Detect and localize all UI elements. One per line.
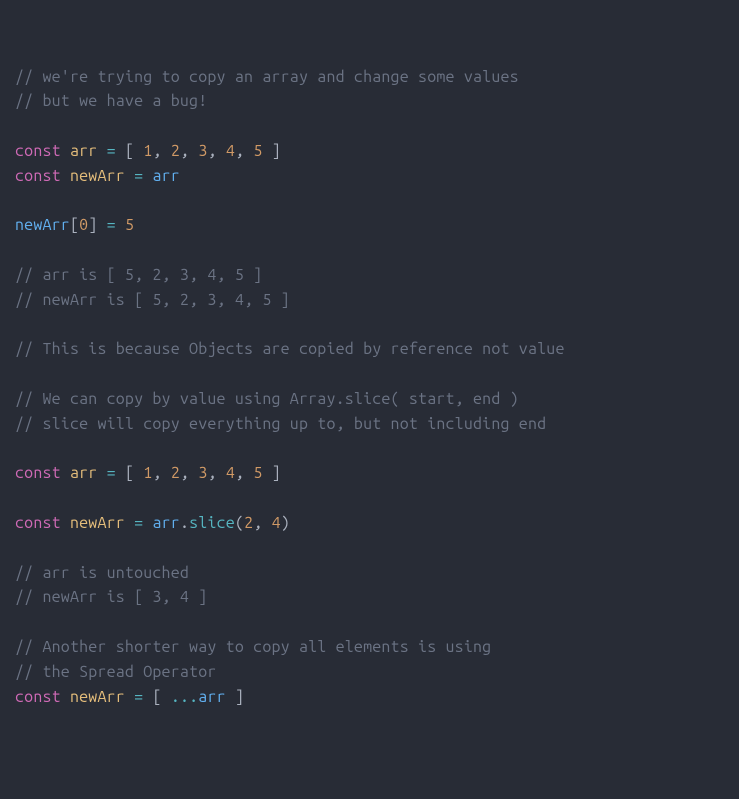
op-assign: = xyxy=(107,216,116,234)
num: 2 xyxy=(171,464,180,482)
keyword-const: const xyxy=(15,464,61,482)
comma: , xyxy=(180,464,189,482)
comment-line: // We can copy by value using Array.slic… xyxy=(15,390,519,408)
comment-line: // we're trying to copy an array and cha… xyxy=(15,68,519,86)
num: 1 xyxy=(143,464,152,482)
bracket-open: [ xyxy=(125,142,134,160)
keyword-const: const xyxy=(15,167,61,185)
bracket-close: ] xyxy=(272,142,281,160)
keyword-const: const xyxy=(15,514,61,532)
bracket-open: [ xyxy=(125,464,134,482)
var-newarr: newArr xyxy=(70,167,125,185)
var-newarr: newArr xyxy=(70,514,125,532)
num: 3 xyxy=(198,142,207,160)
num: 1 xyxy=(143,142,152,160)
dot: . xyxy=(180,514,189,532)
comma: , xyxy=(180,142,189,160)
code-block: // we're trying to copy an array and cha… xyxy=(15,65,724,710)
comment-line: // the Spread Operator xyxy=(15,663,217,681)
num: 2 xyxy=(171,142,180,160)
op-assign: = xyxy=(134,167,143,185)
paren-open: ( xyxy=(235,514,244,532)
comment-line: // newArr is [ 5, 2, 3, 4, 5 ] xyxy=(15,291,290,309)
num: 4 xyxy=(272,514,281,532)
bracket-open: [ xyxy=(70,216,79,234)
op-assign: = xyxy=(134,514,143,532)
num: 4 xyxy=(226,464,235,482)
comma: , xyxy=(253,514,262,532)
comma: , xyxy=(208,142,217,160)
ident-arr: arr xyxy=(152,514,179,532)
ident-arr: arr xyxy=(152,167,179,185)
num: 5 xyxy=(253,464,262,482)
comma: , xyxy=(235,142,244,160)
comma: , xyxy=(208,464,217,482)
num: 5 xyxy=(125,216,134,234)
num: 0 xyxy=(79,216,88,234)
comma: , xyxy=(153,464,162,482)
comment-line: // arr is untouched xyxy=(15,564,189,582)
num: 3 xyxy=(198,464,207,482)
comment-line: // Another shorter way to copy all eleme… xyxy=(15,638,491,656)
comment-line: // newArr is [ 3, 4 ] xyxy=(15,588,207,606)
comment-line: // This is because Objects are copied by… xyxy=(15,340,565,358)
comma: , xyxy=(235,464,244,482)
comma: , xyxy=(153,142,162,160)
method-slice: slice xyxy=(189,514,235,532)
num: 4 xyxy=(226,142,235,160)
comment-line: // arr is [ 5, 2, 3, 4, 5 ] xyxy=(15,266,262,284)
op-assign: = xyxy=(107,142,116,160)
comment-line: // slice will copy everything up to, but… xyxy=(15,415,546,433)
comment-line: // but we have a bug! xyxy=(15,92,207,110)
num: 2 xyxy=(244,514,253,532)
ident-newarr: newArr xyxy=(15,216,70,234)
op-assign: = xyxy=(107,464,116,482)
num: 5 xyxy=(253,142,262,160)
keyword-const: const xyxy=(15,142,61,160)
paren-close: ) xyxy=(281,514,290,532)
var-arr: arr xyxy=(70,464,97,482)
bracket-close: ] xyxy=(88,216,97,234)
bracket-close: ] xyxy=(272,464,281,482)
var-arr: arr xyxy=(70,142,97,160)
